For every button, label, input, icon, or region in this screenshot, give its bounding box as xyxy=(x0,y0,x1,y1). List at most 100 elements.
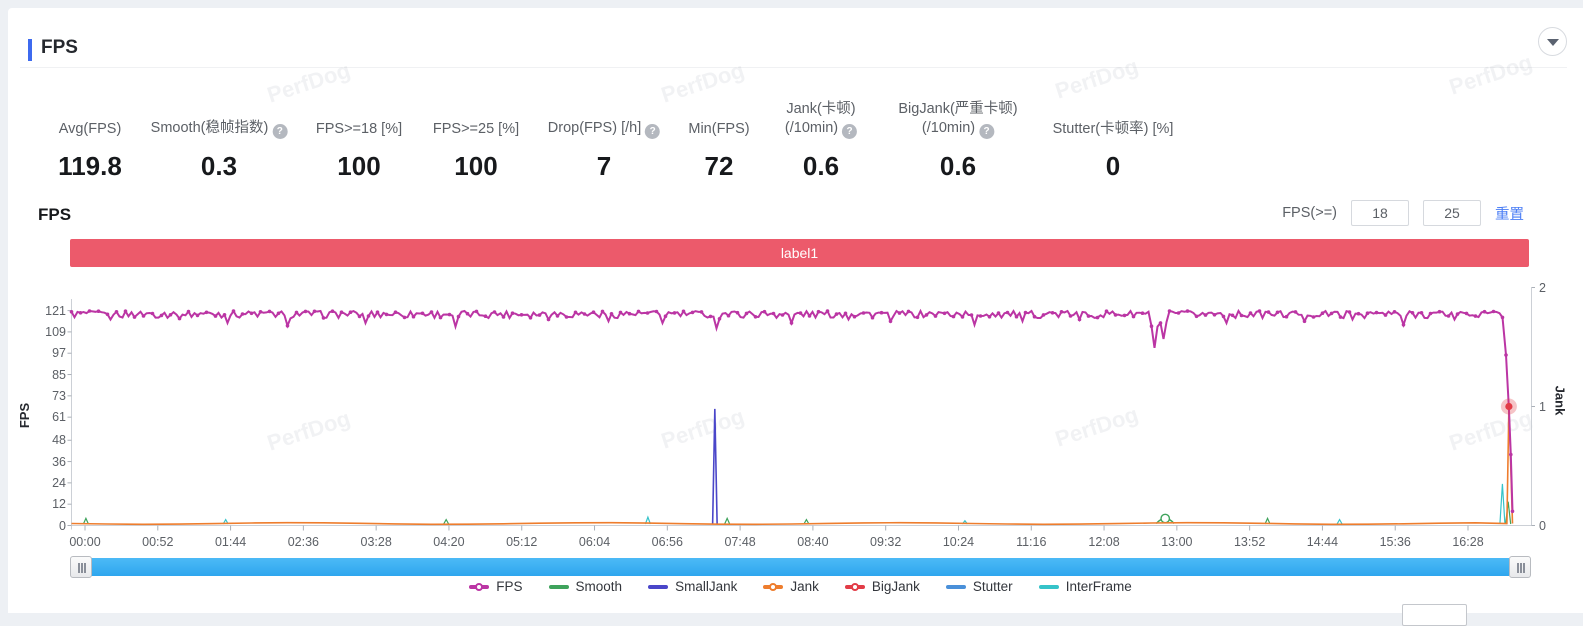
fps-point xyxy=(933,314,938,318)
fps-point xyxy=(267,309,272,314)
legend-item-jank[interactable]: Jank xyxy=(763,579,819,594)
grip-icon xyxy=(1520,563,1522,573)
fps-threshold-controls: FPS(>=) 重置 xyxy=(1282,200,1524,226)
stat-avg-fps: Avg(FPS)?? 119.8 xyxy=(58,121,122,181)
fps-point xyxy=(672,311,677,315)
stat-value: 119.8 xyxy=(58,151,122,181)
fps-point xyxy=(1500,315,1505,320)
legend-item-stutter[interactable]: Stutter xyxy=(945,579,1013,594)
fps-chart-plot[interactable] xyxy=(67,287,1535,535)
fps-point xyxy=(1140,311,1145,315)
fps-point xyxy=(1356,311,1361,316)
help-icon[interactable]: ? xyxy=(842,124,858,139)
fps-point xyxy=(474,309,479,314)
legend-item-interframe[interactable]: InterFrame xyxy=(1038,579,1132,594)
y-axis-label: 97 xyxy=(52,346,66,361)
fps-point xyxy=(1509,452,1513,457)
series-marker xyxy=(844,582,865,591)
fps-point xyxy=(726,313,731,318)
fps-point xyxy=(1437,309,1442,314)
fps-threshold-input-1[interactable] xyxy=(1351,200,1409,226)
fps-point xyxy=(1041,313,1046,317)
fps-point xyxy=(87,309,92,313)
legend-item-smalljank[interactable]: SmallJank xyxy=(648,579,737,594)
fps-point xyxy=(357,314,362,319)
y-axis-label: 73 xyxy=(52,388,66,403)
fps-point xyxy=(888,319,893,323)
help-icon[interactable]: ? xyxy=(272,124,288,139)
legend-item-smooth[interactable]: Smooth xyxy=(548,579,622,594)
fps-threshold-input-2[interactable] xyxy=(1423,200,1481,226)
fps-point xyxy=(249,311,254,316)
fps-point xyxy=(582,312,587,316)
fps-point xyxy=(501,315,506,319)
fps-point xyxy=(366,314,371,318)
fps-point xyxy=(1005,310,1010,315)
fps-point xyxy=(1311,315,1316,319)
left-axis-title: FPS xyxy=(17,402,33,429)
collapse-button[interactable] xyxy=(1538,27,1567,56)
fps-point xyxy=(1320,311,1325,315)
reset-link[interactable]: 重置 xyxy=(1495,203,1524,224)
fps-point xyxy=(987,315,992,319)
fps-point xyxy=(1329,311,1334,316)
fps-point xyxy=(1077,317,1082,322)
y-axis-label: 24 xyxy=(52,475,66,490)
series-marker xyxy=(1038,584,1059,589)
fps-point xyxy=(1401,323,1406,327)
fps-point xyxy=(330,309,335,313)
fps-point xyxy=(1293,310,1298,314)
chevron-down-icon xyxy=(1547,39,1559,46)
fps-point xyxy=(1266,310,1271,314)
fps-point xyxy=(150,311,155,316)
y-axis-label: 12 xyxy=(52,497,66,512)
fps-point xyxy=(393,310,398,314)
x-axis-label: 01:44 xyxy=(214,534,247,549)
fps-point xyxy=(717,317,722,321)
fps-point xyxy=(1446,314,1451,318)
fps-point xyxy=(762,309,767,314)
help-icon[interactable]: ? xyxy=(979,124,995,139)
fps-point xyxy=(114,310,119,314)
scrollbar-left-handle[interactable] xyxy=(70,556,92,578)
fps-point xyxy=(420,311,425,316)
marker-dot xyxy=(475,582,484,591)
fps-point xyxy=(1284,314,1289,319)
fps-point xyxy=(897,311,902,315)
x-axis-label: 05:12 xyxy=(506,534,538,549)
partial-input-box[interactable] xyxy=(1402,604,1467,626)
fps-point xyxy=(1510,509,1515,514)
stat-value: 100 xyxy=(454,151,498,181)
fps-point xyxy=(861,311,866,315)
x-axis-label: 06:04 xyxy=(578,534,611,549)
fps-point xyxy=(303,309,308,314)
fps-point xyxy=(870,315,875,320)
fps-point xyxy=(1504,353,1508,357)
y-axis-label: 109 xyxy=(45,324,66,339)
legend-item-fps[interactable]: FPS xyxy=(469,579,523,594)
stat-value: 0.6 xyxy=(802,151,840,181)
scrollbar-right-handle[interactable] xyxy=(1509,556,1531,578)
y-axis-label: 121 xyxy=(45,303,66,318)
fps-point xyxy=(753,315,758,319)
jank-axis-label: 1 xyxy=(1539,399,1546,414)
fps-point xyxy=(186,309,191,314)
series-marker xyxy=(763,582,784,591)
x-axis-label: 12:08 xyxy=(1088,534,1120,549)
legend-item-bigjank[interactable]: BigJank xyxy=(844,579,920,594)
stat-min-fps: Min(FPS)?? 72 xyxy=(688,121,750,181)
fps-point xyxy=(1176,311,1181,315)
marker-dot xyxy=(769,582,778,591)
scrollbar-track-fill[interactable] xyxy=(90,558,1509,576)
fps-point xyxy=(447,312,452,317)
help-icon[interactable]: ? xyxy=(645,124,661,139)
fps-point xyxy=(1194,314,1199,319)
x-axis-label: 13:00 xyxy=(1161,534,1193,549)
fps-point xyxy=(1428,311,1433,316)
fps-point xyxy=(951,314,956,319)
fps-point xyxy=(348,310,353,314)
fps-point xyxy=(834,312,839,316)
fps-point xyxy=(600,309,605,314)
fps-point xyxy=(1086,314,1091,318)
fps-point xyxy=(1014,314,1019,319)
